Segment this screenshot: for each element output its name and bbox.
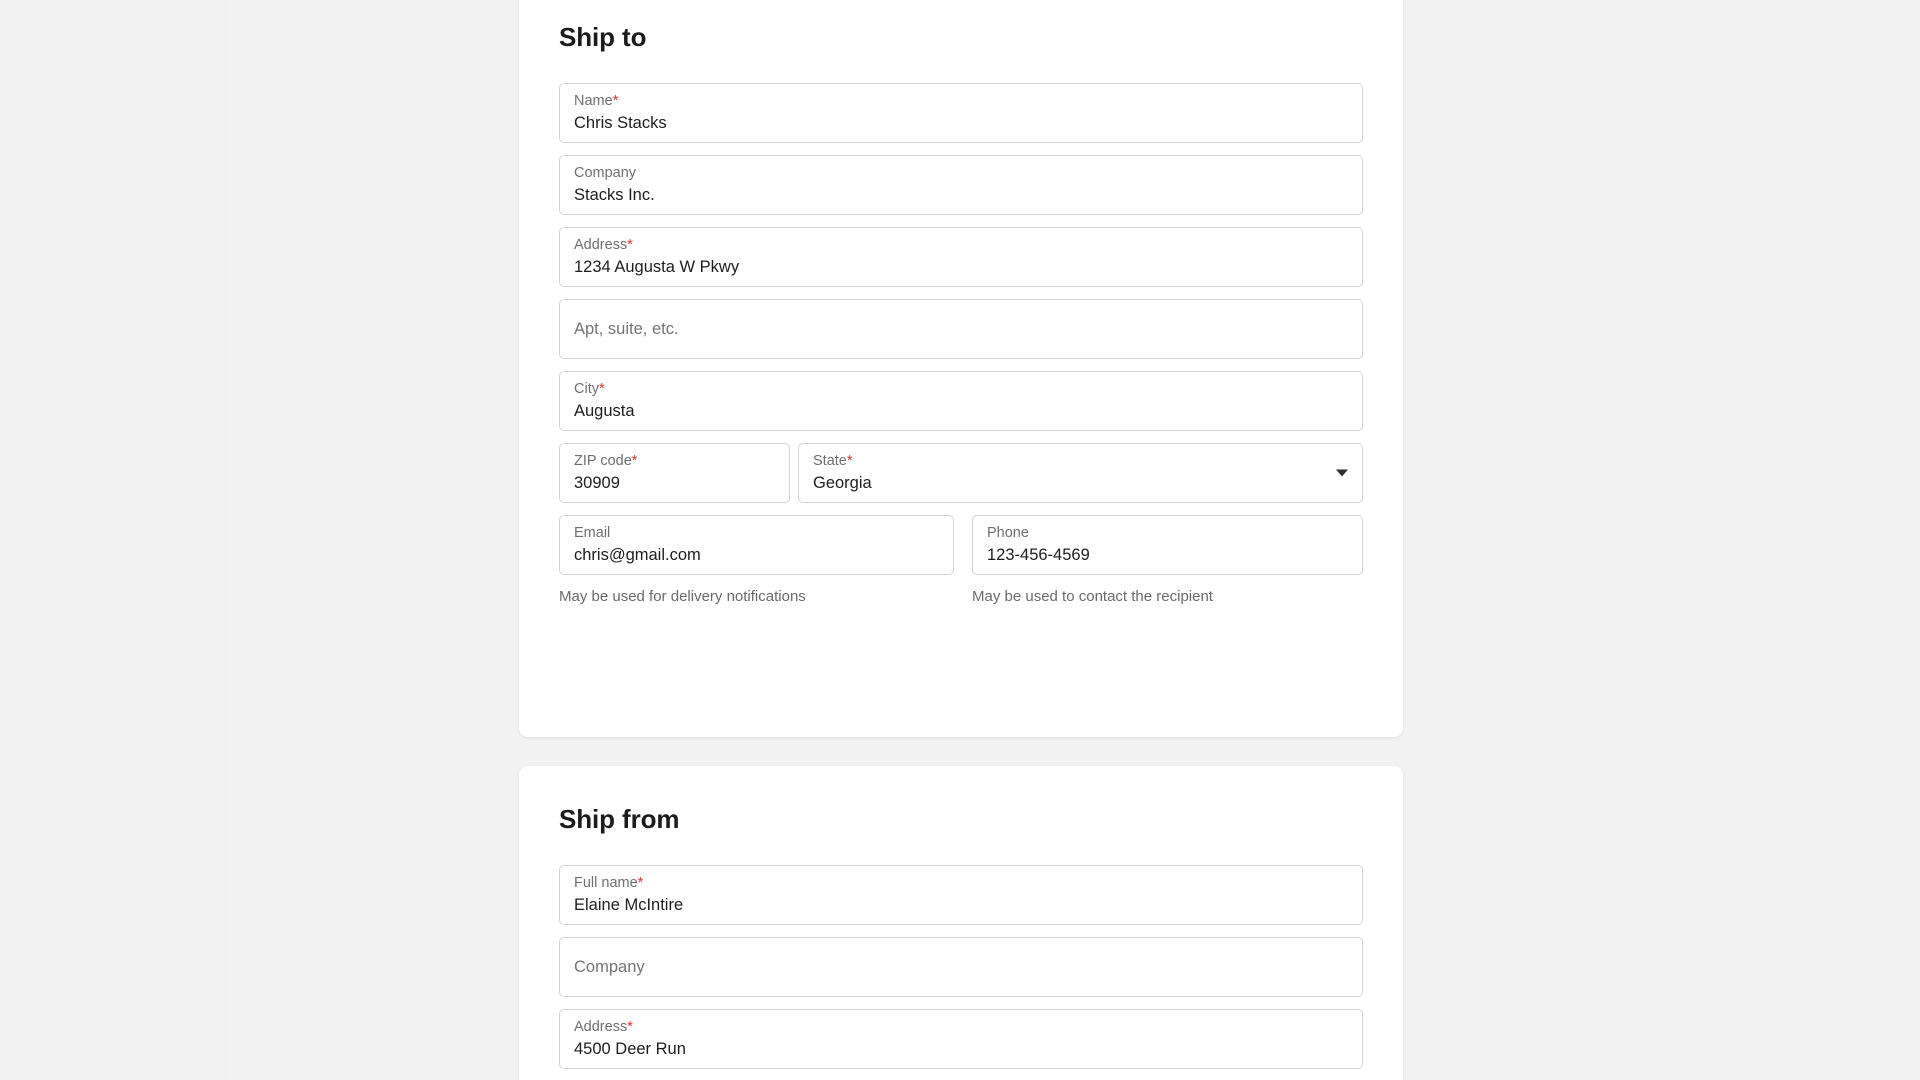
ship-to-address-field[interactable]: Address* 1234 Augusta W Pkwy bbox=[559, 227, 1363, 287]
ship-to-zip-label: ZIP code* bbox=[574, 453, 775, 470]
ship-from-address-field[interactable]: Address* 4500 Deer Run bbox=[559, 1009, 1363, 1069]
required-marker: * bbox=[627, 237, 633, 253]
ship-to-zip-field[interactable]: ZIP code* 30909 bbox=[559, 443, 790, 503]
ship-from-card: Ship from Full name* Elaine McIntire Com… bbox=[519, 766, 1403, 1080]
phone-helper-text: May be used to contact the recipient bbox=[972, 588, 1213, 605]
ship-to-company-field[interactable]: Company Stacks Inc. bbox=[559, 155, 1363, 215]
ship-to-company-label: Company bbox=[574, 165, 1348, 182]
ship-to-phone-label: Phone bbox=[987, 525, 1348, 542]
page-left-gutter bbox=[0, 0, 230, 1080]
ship-to-state-select[interactable]: State* Georgia bbox=[798, 443, 1363, 503]
ship-to-email-label: Email bbox=[574, 525, 939, 542]
ship-to-name-label: Name* bbox=[574, 93, 1348, 110]
chevron-down-icon[interactable] bbox=[1336, 470, 1348, 477]
ship-to-state-label: State* bbox=[813, 453, 1322, 470]
email-phone-row: Email chris@gmail.com Phone 123-456-4569 bbox=[559, 515, 1363, 575]
required-marker: * bbox=[613, 93, 619, 109]
ship-to-state-value: Georgia bbox=[813, 471, 1322, 495]
ship-to-city-value: Augusta bbox=[574, 399, 1348, 423]
shipping-form-page: Ship to Name* Chris Stacks Company Stack… bbox=[0, 0, 1920, 1080]
contact-helper-row: May be used for delivery notifications M… bbox=[559, 587, 1363, 607]
ship-from-full-name-label: Full name* bbox=[574, 875, 1348, 892]
ship-to-email-field[interactable]: Email chris@gmail.com bbox=[559, 515, 954, 575]
ship-to-company-value: Stacks Inc. bbox=[574, 183, 1348, 207]
ship-from-address-label: Address* bbox=[574, 1019, 1348, 1036]
ship-from-address-value: 4500 Deer Run bbox=[574, 1037, 1348, 1061]
ship-to-title: Ship to bbox=[559, 22, 1363, 53]
ship-to-name-field[interactable]: Name* Chris Stacks bbox=[559, 83, 1363, 143]
required-marker: * bbox=[599, 381, 605, 397]
ship-to-zip-value: 30909 bbox=[574, 471, 775, 495]
ship-from-full-name-field[interactable]: Full name* Elaine McIntire bbox=[559, 865, 1363, 925]
zip-state-row: ZIP code* 30909 State* Georgia bbox=[559, 443, 1363, 503]
ship-to-card: Ship to Name* Chris Stacks Company Stack… bbox=[519, 0, 1403, 737]
ship-to-apt-field[interactable]: Apt, suite, etc. bbox=[559, 299, 1363, 359]
ship-to-phone-value: 123-456-4569 bbox=[987, 543, 1348, 567]
ship-to-name-value: Chris Stacks bbox=[574, 111, 1348, 135]
ship-from-title: Ship from bbox=[559, 804, 1363, 835]
ship-to-city-field[interactable]: City* Augusta bbox=[559, 371, 1363, 431]
ship-to-email-value: chris@gmail.com bbox=[574, 543, 939, 567]
ship-from-full-name-value: Elaine McIntire bbox=[574, 893, 1348, 917]
required-marker: * bbox=[638, 875, 644, 891]
ship-to-address-label: Address* bbox=[574, 237, 1348, 254]
ship-to-apt-placeholder: Apt, suite, etc. bbox=[574, 317, 679, 341]
ship-from-company-field[interactable]: Company bbox=[559, 937, 1363, 997]
ship-to-address-value: 1234 Augusta W Pkwy bbox=[574, 255, 1348, 279]
required-marker: * bbox=[627, 1019, 633, 1035]
email-helper-text: May be used for delivery notifications bbox=[559, 588, 806, 605]
ship-from-company-placeholder: Company bbox=[574, 955, 645, 979]
required-marker: * bbox=[847, 453, 853, 469]
ship-to-city-label: City* bbox=[574, 381, 1348, 398]
ship-to-phone-field[interactable]: Phone 123-456-4569 bbox=[972, 515, 1363, 575]
required-marker: * bbox=[632, 453, 638, 469]
